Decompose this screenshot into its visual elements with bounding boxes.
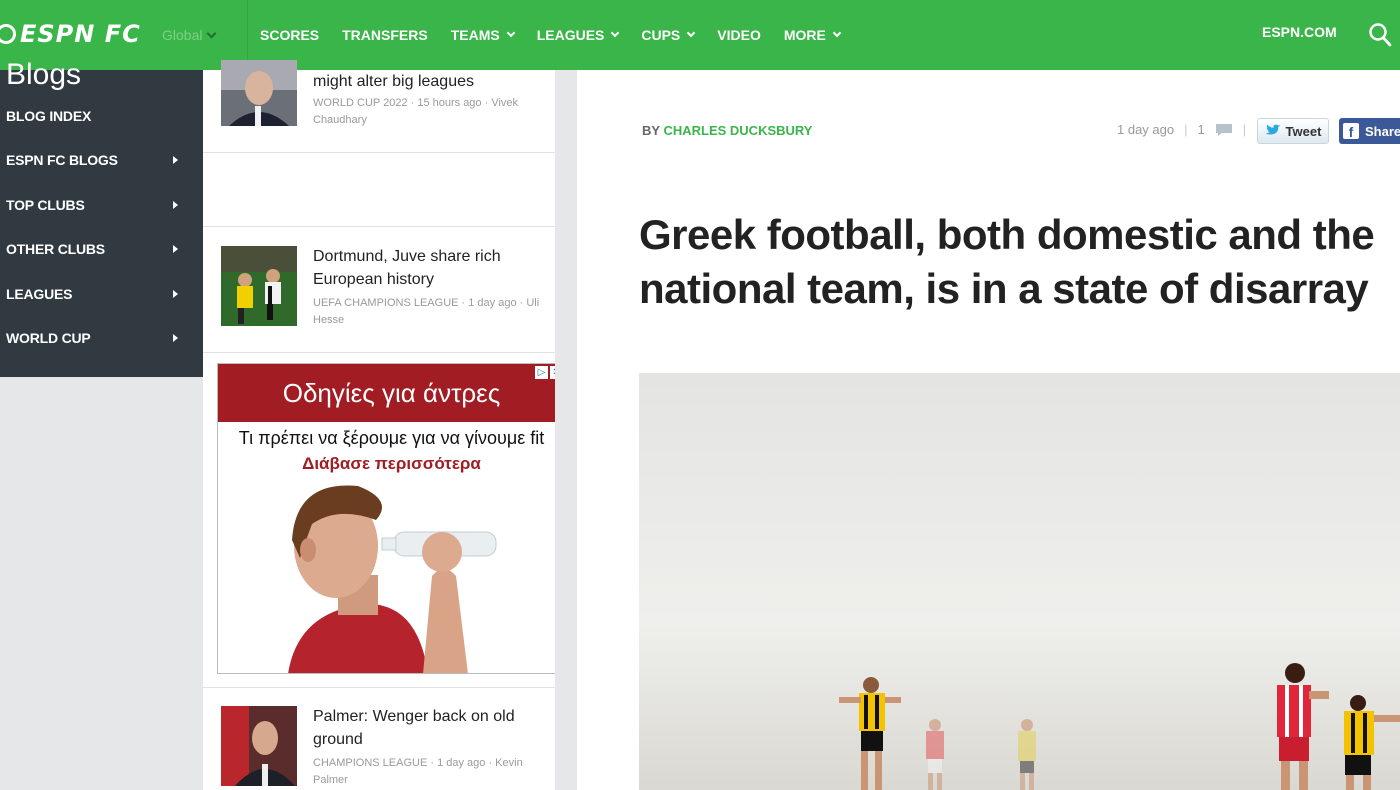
chevron-right-icon [173, 334, 178, 342]
nav-label: TRANSFERS [342, 27, 428, 43]
sidebar-item-blog-index[interactable]: BLOG INDEX [0, 94, 203, 138]
feed-item-meta: CHAMPIONS LEAGUE · 1 day ago · Kevin Pal… [313, 757, 523, 786]
nav-label: TEAMS [450, 27, 500, 43]
nav-cups[interactable]: CUPS [641, 27, 696, 43]
nav-video[interactable]: VIDEO [717, 27, 761, 43]
sidebar-item-label: TOP CLUBS [6, 197, 85, 213]
search-icon[interactable] [1368, 22, 1392, 48]
divider [203, 152, 555, 153]
share-label: Share [1365, 123, 1400, 139]
comment-count[interactable]: 1 [1198, 122, 1205, 137]
divider: | [1242, 122, 1247, 137]
divider [203, 687, 555, 688]
chevron-right-icon [173, 245, 178, 253]
edition-label: Global [162, 27, 203, 43]
sidebar-item-label: LEAGUES [6, 286, 73, 302]
nav-scores[interactable]: SCORES [260, 27, 319, 43]
sidebar-item-top-clubs[interactable]: TOP CLUBS [0, 183, 203, 227]
feed-item-meta: UEFA CHAMPIONS LEAGUE · 1 day ago · Uli … [313, 297, 540, 326]
divider: | [1184, 122, 1188, 137]
feed-item[interactable]: Dortmund, Juve share rich European histo… [203, 240, 555, 340]
ad-cta-link[interactable]: Διάβασε περισσότερα [218, 454, 565, 474]
comment-icon[interactable] [1215, 123, 1233, 137]
divider [203, 352, 555, 353]
nav-leagues[interactable]: LEAGUES [536, 27, 620, 43]
sidebar-item-label: WORLD CUP [6, 330, 91, 346]
sidebar-item-label: BLOG INDEX [6, 108, 92, 124]
sidebar-item-label: ESPN FC BLOGS [6, 152, 118, 168]
facebook-share-button[interactable]: f Share [1339, 118, 1400, 144]
feed-item[interactable]: might alter big leagues WORLD CUP 2022 ·… [203, 60, 555, 150]
sidebar-item-other-clubs[interactable]: OTHER CLUBS [0, 227, 203, 271]
author-link[interactable]: CHARLES DUCKSBURY [663, 123, 812, 138]
chevron-down-icon [832, 28, 842, 38]
nav-label: MORE [783, 27, 826, 43]
nav-label: SCORES [260, 27, 320, 43]
nav-transfers[interactable]: TRANSFERS [342, 27, 428, 43]
blogs-sidebar: Blogs BLOG INDEX ESPN FC BLOGS TOP CLUBS… [0, 58, 203, 377]
story-thumbnail [221, 706, 297, 786]
chevron-down-icon [207, 28, 217, 38]
nav-label: CUPS [641, 27, 681, 43]
globe-icon [0, 24, 16, 44]
byline-prefix: BY [642, 123, 660, 138]
espn-com-link[interactable]: ESPN.COM [1262, 24, 1337, 40]
twitter-bird-icon [1265, 124, 1281, 135]
feed-item-title: Palmer: Wenger back on old ground [313, 708, 515, 748]
main-nav: SCORES TRANSFERS TEAMS LEAGUES CUPS VIDE… [260, 0, 842, 70]
feed-item-title: Dortmund, Juve share rich European histo… [313, 248, 501, 288]
chevron-down-icon [506, 28, 515, 38]
espn-fc-logo[interactable]: ESPN FC [0, 14, 141, 54]
sidebar-item-label: OTHER CLUBS [6, 241, 105, 257]
chevron-down-icon [611, 28, 620, 38]
nav-label: VIDEO [717, 27, 761, 43]
sidebar-item-leagues[interactable]: LEAGUES [0, 272, 203, 316]
sidebar-item-world-cup[interactable]: WORLD CUP [0, 316, 203, 360]
story-thumbnail [221, 246, 297, 326]
facebook-icon: f [1343, 123, 1359, 140]
ad-heading: Οδηγίες για άντρες [218, 364, 565, 422]
nav-teams[interactable]: TEAMS [450, 27, 515, 43]
column-gutter [555, 70, 577, 790]
nav-more[interactable]: MORE [783, 27, 842, 43]
ad-subheading: Τι πρέπει να ξέρουμε για να γίνουμε fit [238, 428, 545, 448]
top-nav: ESPN FC Global SCORES TRANSFERS TEAMS LE… [0, 0, 1400, 70]
story-thumbnail [221, 60, 297, 126]
ad-image [218, 480, 565, 673]
article: BY CHARLES DUCKSBURY 1 day ago | 1 | Twe… [577, 70, 1400, 790]
byline: BY CHARLES DUCKSBURY [642, 123, 812, 138]
chevron-down-icon [687, 28, 696, 38]
article-meta: 1 day ago | 1 | [1117, 122, 1246, 137]
article-hero-image [639, 373, 1400, 790]
feed-item-title: might alter big leagues [313, 73, 474, 90]
advertisement[interactable]: Οδηγίες για άντρες ▷ ✕ Τι πρέπει να ξέρο… [217, 363, 566, 674]
chevron-right-icon [173, 290, 178, 298]
brand-text: ESPN FC [20, 20, 141, 48]
chevron-right-icon [173, 201, 178, 209]
feed-item[interactable]: Palmer: Wenger back on old ground CHAMPI… [203, 700, 555, 790]
article-headline: Greek football, both domestic and the na… [639, 211, 1375, 312]
tweet-label: Tweet [1285, 123, 1322, 139]
sidebar-item-espn-fc-blogs[interactable]: ESPN FC BLOGS [0, 138, 203, 182]
sidebar-title: Blogs [6, 58, 82, 91]
timestamp: 1 day ago [1117, 122, 1175, 137]
divider [203, 226, 555, 227]
chevron-right-icon [173, 156, 178, 164]
feed-item-meta: WORLD CUP 2022 · 15 hours ago · Vivek Ch… [313, 97, 519, 126]
ad-info-icon[interactable]: ▷ [535, 366, 548, 379]
nav-label: LEAGUES [536, 27, 605, 43]
tweet-button[interactable]: Tweet [1257, 118, 1329, 144]
